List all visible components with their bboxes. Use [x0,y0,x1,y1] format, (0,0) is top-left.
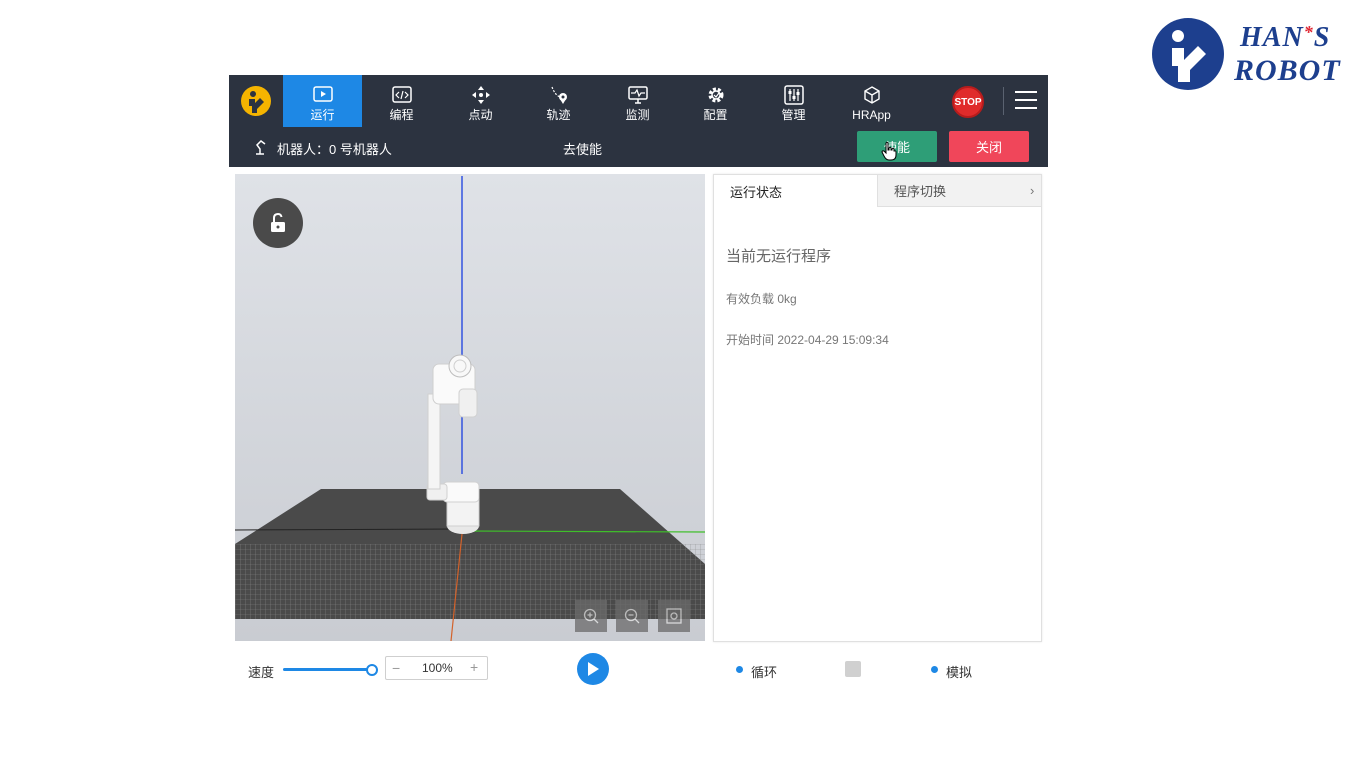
nav-item-programming[interactable]: 编程 [362,75,441,127]
nav-item-monitor[interactable]: 监测 [598,75,677,127]
app-logo-icon[interactable] [241,86,271,116]
app-window: 运行 编程 点动 轨迹 监测 配置 管理 HRApp STOP 机器人：0 号机… [229,75,1048,687]
nav-item-hrapp[interactable]: HRApp [832,75,911,127]
nav-item-label: 管理 [781,108,806,122]
tab-program-switch[interactable]: 程序切换 [878,175,1028,206]
play-button[interactable] [577,653,609,685]
nav-item-jog[interactable]: 点动 [441,75,520,127]
payload-text: 有效负载 0kg [726,292,797,306]
no-program-text: 当前无运行程序 [726,248,832,265]
simulate-radio[interactable] [931,666,938,673]
gear-icon [706,85,726,105]
nav-item-label: 运行 [310,108,335,122]
hans-robot-logo: HAN*S ROBOT [1150,16,1355,96]
hans-emblem-icon [1152,18,1224,90]
nav-item-management[interactable]: 管理 [754,75,833,127]
chevron-right-icon[interactable]: › [1030,183,1034,198]
robot-selector-label[interactable]: 机器人：0 号机器人 [277,139,392,158]
speed-slider-handle[interactable] [366,664,378,676]
emergency-stop-button[interactable]: STOP [952,86,984,118]
hand-cursor-icon [881,141,897,161]
nav-item-trajectory[interactable]: 轨迹 [519,75,598,127]
speed-label: 速度 [248,665,275,680]
monitor-icon [627,85,648,105]
panel-tabs: 运行状态 程序切换 › [714,175,1041,207]
nav-item-label: 点动 [468,108,493,122]
bottom-control-bar: 速度 − 100% + 循环 模拟 [229,651,1048,687]
tab-run-status[interactable]: 运行状态 [714,175,878,207]
disable-label: 去使能 [563,142,603,157]
status-bar: 机器人：0 号机器人 去使能 使能 关闭 [229,127,1048,167]
speed-stepper: − 100% + [385,656,488,680]
sliders-icon [783,85,804,105]
nav-item-label: 监测 [625,108,650,122]
loop-label[interactable]: 循环 [751,662,777,681]
close-button[interactable]: 关闭 [949,131,1029,162]
start-time-text: 开始时间 2022-04-29 15:09:34 [726,333,889,347]
nav-item-label: 配置 [703,108,728,122]
loop-radio[interactable] [736,666,743,673]
nav-divider [1003,87,1004,115]
speed-value-input[interactable]: 100% [422,661,453,675]
robot-3d-viewport[interactable] [235,174,705,641]
play-icon [312,85,333,105]
brand-name-line2: ROBOT [1234,54,1341,87]
speed-decrease-button[interactable]: − [392,660,400,676]
nav-item-label: HRApp [852,108,891,122]
code-icon [391,85,412,105]
run-status-panel: 运行状态 程序切换 › 当前无运行程序 有效负载 0kg 开始时间 2022-0… [713,174,1042,642]
brand-name-line1: HAN*S [1240,22,1331,53]
robot-arm-icon [256,140,266,155]
enable-button[interactable]: 使能 [857,131,937,162]
zoom-in-icon[interactable] [575,600,607,632]
nav-item-run[interactable]: 运行 [283,75,362,127]
hamburger-menu-icon[interactable] [1015,91,1037,111]
simulate-label[interactable]: 模拟 [946,662,972,681]
play-icon [588,662,599,676]
zoom-out-icon[interactable] [616,600,648,632]
top-nav: 运行 编程 点动 轨迹 监测 配置 管理 HRApp STOP [229,75,1048,127]
unlock-icon[interactable] [253,198,303,248]
nav-item-label: 编程 [389,108,414,122]
robot-scene [235,174,705,641]
loop-checkbox[interactable] [845,661,861,677]
path-pin-icon [549,85,569,105]
nav-item-label: 轨迹 [546,108,571,122]
cube-icon [862,85,882,105]
speed-slider[interactable] [283,668,371,671]
nav-item-config[interactable]: 配置 [676,75,755,127]
reset-view-icon[interactable] [658,600,690,632]
speed-increase-button[interactable]: + [470,659,478,675]
move-arrows-icon [471,85,491,105]
